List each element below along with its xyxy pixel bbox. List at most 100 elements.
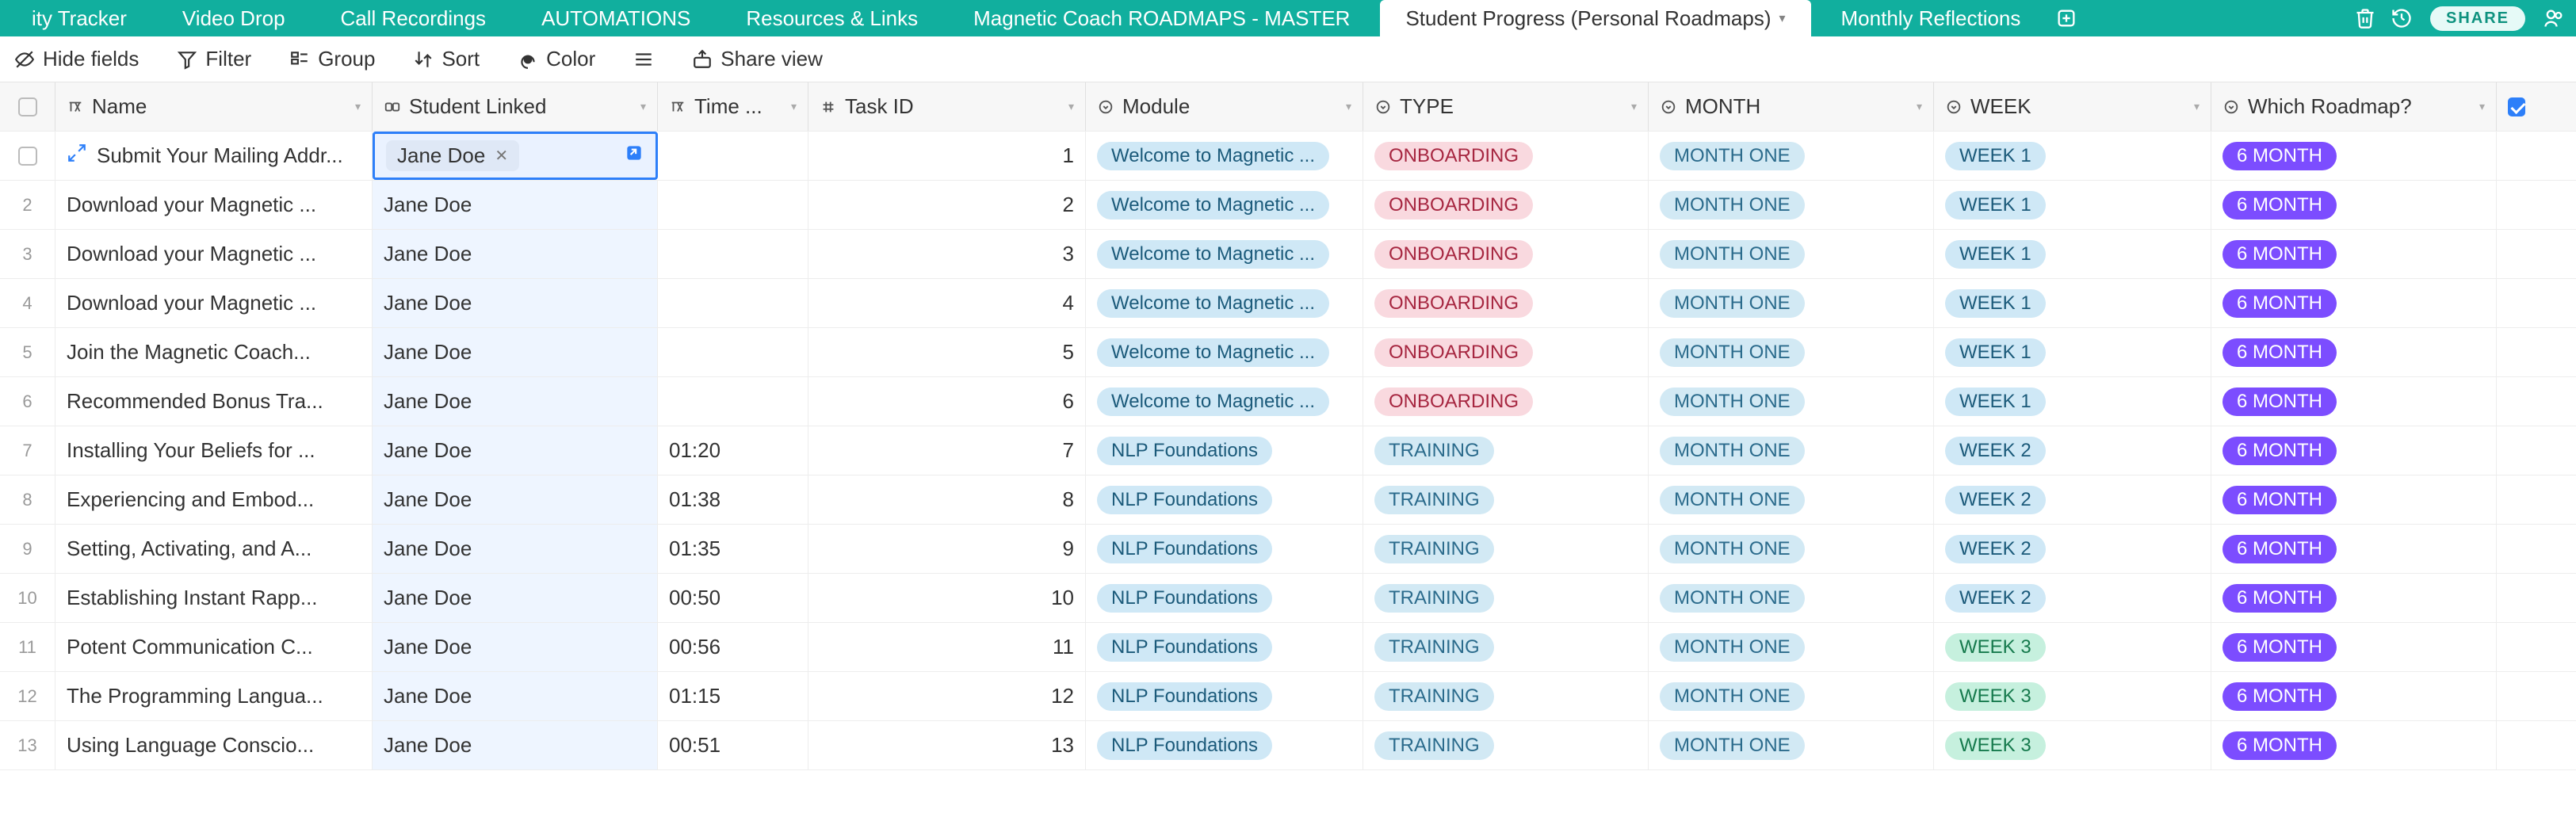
view-tab[interactable]: Magnetic Coach ROADMAPS - MASTER (948, 0, 1375, 36)
time-cell[interactable]: 01:38 (658, 475, 808, 524)
time-cell[interactable]: 01:20 (658, 426, 808, 475)
row-number-cell[interactable]: 7 (0, 426, 55, 475)
roadmap-cell[interactable]: 6 MONTH (2211, 328, 2497, 376)
month-cell[interactable]: MONTH ONE (1649, 574, 1934, 622)
month-cell[interactable]: MONTH ONE (1649, 721, 1934, 769)
type-cell[interactable]: TRAINING (1363, 426, 1649, 475)
filter-button[interactable]: Filter (177, 47, 251, 71)
week-cell[interactable]: WEEK 3 (1934, 721, 2211, 769)
month-cell[interactable]: MONTH ONE (1649, 230, 1934, 278)
student-cell[interactable]: Jane Doe✕ (373, 132, 658, 180)
view-tab[interactable]: AUTOMATIONS (516, 0, 716, 36)
share-button[interactable]: SHARE (2430, 6, 2525, 31)
view-tab[interactable]: Monthly Reflections (1816, 0, 2047, 36)
row-number-cell[interactable]: 4 (0, 279, 55, 327)
student-cell[interactable]: Jane Doe (373, 279, 658, 327)
week-cell[interactable]: WEEK 2 (1934, 574, 2211, 622)
table-row[interactable]: 12The Programming Langua...Jane Doe01:15… (0, 672, 2576, 721)
col-header-time[interactable]: Time ...▾ (658, 82, 808, 131)
row-number-cell[interactable] (0, 132, 55, 180)
table-row[interactable]: 7Installing Your Beliefs for ...Jane Doe… (0, 426, 2576, 475)
roadmap-cell[interactable]: 6 MONTH (2211, 672, 2497, 720)
table-row[interactable]: 5Join the Magnetic Coach...Jane Doe5Welc… (0, 328, 2576, 377)
row-number-cell[interactable]: 5 (0, 328, 55, 376)
week-cell[interactable]: WEEK 2 (1934, 525, 2211, 573)
chevron-down-icon[interactable]: ▾ (1068, 100, 1074, 113)
task-id-cell[interactable]: 5 (808, 328, 1086, 376)
name-cell[interactable]: Potent Communication C... (55, 623, 373, 671)
time-cell[interactable]: 00:50 (658, 574, 808, 622)
month-cell[interactable]: MONTH ONE (1649, 181, 1934, 229)
time-cell[interactable]: 00:56 (658, 623, 808, 671)
checkbox-cell[interactable] (2497, 230, 2536, 278)
time-cell[interactable] (658, 279, 808, 327)
chevron-down-icon[interactable]: ▾ (1631, 100, 1637, 113)
type-cell[interactable]: TRAINING (1363, 525, 1649, 573)
checkbox-cell[interactable] (2497, 328, 2536, 376)
week-cell[interactable]: WEEK 1 (1934, 181, 2211, 229)
type-cell[interactable]: ONBOARDING (1363, 230, 1649, 278)
module-cell[interactable]: NLP Foundations (1086, 672, 1363, 720)
module-cell[interactable]: Welcome to Magnetic ... (1086, 132, 1363, 180)
table-row[interactable]: 13Using Language Conscio...Jane Doe00:51… (0, 721, 2576, 770)
chevron-down-icon[interactable]: ▾ (355, 100, 361, 113)
module-cell[interactable]: Welcome to Magnetic ... (1086, 230, 1363, 278)
name-cell[interactable]: The Programming Langua... (55, 672, 373, 720)
task-id-cell[interactable]: 8 (808, 475, 1086, 524)
checkbox-cell[interactable] (2497, 377, 2536, 426)
row-number-cell[interactable]: 12 (0, 672, 55, 720)
student-chip[interactable]: Jane Doe✕ (386, 140, 519, 171)
table-row[interactable]: 10Establishing Instant Rapp...Jane Doe00… (0, 574, 2576, 623)
col-header-month[interactable]: MONTH▾ (1649, 82, 1934, 131)
row-number-cell[interactable]: 11 (0, 623, 55, 671)
month-cell[interactable]: MONTH ONE (1649, 672, 1934, 720)
name-cell[interactable]: Download your Magnetic ... (55, 230, 373, 278)
task-id-cell[interactable]: 6 (808, 377, 1086, 426)
table-row[interactable]: 9Setting, Activating, and A...Jane Doe01… (0, 525, 2576, 574)
roadmap-cell[interactable]: 6 MONTH (2211, 377, 2497, 426)
month-cell[interactable]: MONTH ONE (1649, 328, 1934, 376)
table-row[interactable]: Submit Your Mailing Addr...Jane Doe✕1Wel… (0, 132, 2576, 181)
select-all-cell[interactable] (0, 82, 55, 131)
view-tab[interactable]: Call Recordings (315, 0, 512, 36)
task-id-cell[interactable]: 11 (808, 623, 1086, 671)
type-cell[interactable]: TRAINING (1363, 623, 1649, 671)
roadmap-cell[interactable]: 6 MONTH (2211, 574, 2497, 622)
month-cell[interactable]: MONTH ONE (1649, 132, 1934, 180)
task-id-cell[interactable]: 2 (808, 181, 1086, 229)
checkbox-cell[interactable] (2497, 574, 2536, 622)
time-cell[interactable] (658, 181, 808, 229)
checkbox-icon[interactable] (18, 97, 37, 116)
task-id-cell[interactable]: 3 (808, 230, 1086, 278)
time-cell[interactable] (658, 328, 808, 376)
month-cell[interactable]: MONTH ONE (1649, 475, 1934, 524)
name-cell[interactable]: Submit Your Mailing Addr... (55, 132, 373, 180)
checkbox-cell[interactable] (2497, 721, 2536, 769)
checkbox-cell[interactable] (2497, 132, 2536, 180)
week-cell[interactable]: WEEK 3 (1934, 623, 2211, 671)
chevron-down-icon[interactable]: ▾ (1346, 100, 1351, 113)
expand-cell-icon[interactable] (624, 143, 644, 169)
group-button[interactable]: Group (289, 47, 375, 71)
row-number-cell[interactable]: 6 (0, 377, 55, 426)
type-cell[interactable]: ONBOARDING (1363, 279, 1649, 327)
module-cell[interactable]: NLP Foundations (1086, 574, 1363, 622)
table-row[interactable]: 6Recommended Bonus Tra...Jane Doe6Welcom… (0, 377, 2576, 426)
module-cell[interactable]: NLP Foundations (1086, 475, 1363, 524)
student-cell[interactable]: Jane Doe (373, 181, 658, 229)
name-cell[interactable]: Experiencing and Embod... (55, 475, 373, 524)
checkbox-cell[interactable] (2497, 525, 2536, 573)
sort-button[interactable]: Sort (413, 47, 480, 71)
hide-fields-button[interactable]: Hide fields (14, 47, 139, 71)
share-view-button[interactable]: Share view (692, 47, 823, 71)
module-cell[interactable]: Welcome to Magnetic ... (1086, 181, 1363, 229)
module-cell[interactable]: NLP Foundations (1086, 623, 1363, 671)
history-icon[interactable] (2386, 2, 2417, 34)
remove-chip-icon[interactable]: ✕ (495, 146, 508, 166)
expand-record-icon[interactable] (67, 143, 87, 169)
chevron-down-icon[interactable]: ▾ (2479, 100, 2485, 113)
type-cell[interactable]: ONBOARDING (1363, 328, 1649, 376)
student-cell[interactable]: Jane Doe (373, 721, 658, 769)
time-cell[interactable]: 00:51 (658, 721, 808, 769)
type-cell[interactable]: TRAINING (1363, 721, 1649, 769)
